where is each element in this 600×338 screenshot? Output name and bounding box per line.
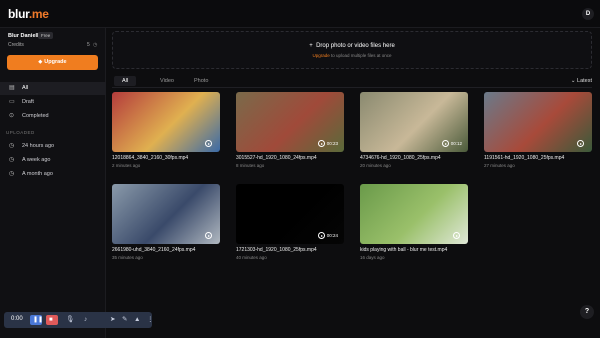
top-bar: blur.me D [0, 0, 600, 28]
dropzone-title: + Drop photo or video files here [113, 43, 591, 49]
chevron-down-icon: ⌄ [570, 78, 576, 84]
sidebar-item-label: 24 hours ago [22, 143, 55, 149]
video-duration [453, 232, 462, 239]
logo-main: blur [8, 7, 29, 21]
play-icon[interactable] [205, 232, 212, 239]
pause-icon: ❚❚ [33, 317, 44, 323]
tabs-divider [112, 87, 592, 88]
video-title: 12018864_3840_2160_30fps.mp4 [112, 155, 189, 161]
user-name: Blur Danielle [8, 33, 42, 39]
video-title: 1191561-hd_1920_1080_25fps.mp4 [484, 155, 565, 161]
sort-dropdown[interactable]: ⌄ Latest [571, 76, 592, 86]
play-icon[interactable] [577, 140, 584, 147]
sidebar-item-label: Draft [22, 99, 34, 105]
video-upload-time: 8 minutes ago [236, 163, 265, 168]
credits-label: Credits [8, 42, 24, 48]
sidebar-item-draft[interactable]: ▭ Draft [0, 96, 106, 109]
tab-all[interactable]: All [114, 76, 137, 86]
video-title: 2661980-uhd_3840_2160_24fps.mp4 [112, 247, 196, 253]
video-upload-time: 16 days ago [360, 255, 385, 260]
video-thumbnail[interactable] [112, 184, 220, 244]
sidebar-item-month[interactable]: ◷ A month ago [0, 168, 106, 181]
drag-handle-icon[interactable]: ⋮ [147, 315, 154, 325]
duration-text: 00:23 [326, 141, 338, 146]
video-title: 3015527-hd_1920_1080_24fps.mp4 [236, 155, 317, 161]
video-title: 4734676-hd_1920_1080_25fps.mp4 [360, 155, 441, 161]
video-thumbnail[interactable] [360, 184, 468, 244]
sidebar-item-completed[interactable]: ⊙ Completed [0, 110, 106, 123]
credits-icon: ◷ [93, 42, 98, 48]
stop-button[interactable]: ■ [46, 315, 58, 325]
credits-value: 5 [87, 42, 90, 48]
clock-icon: ◷ [9, 143, 15, 149]
sort-label: Latest [577, 78, 592, 84]
logo-dot: .me [28, 7, 49, 21]
sidebar-item-week[interactable]: ◷ A week ago [0, 154, 106, 167]
tab-video[interactable]: Video [152, 76, 182, 86]
sidebar-item-label: A week ago [22, 157, 51, 163]
video-duration [205, 140, 214, 147]
plan-badge: Free [38, 32, 54, 39]
video-thumbnail[interactable]: 00:12 [360, 92, 468, 152]
recorder-toolbar: 0:00 ❚❚ ■ 🎙 ♪ ➤ ✎ ▲ ⋮ [4, 312, 154, 328]
user-avatar[interactable]: D [582, 8, 594, 20]
dropzone-subtitle: Upgrade to upload multiple files at once [113, 53, 591, 58]
cursor-icon[interactable]: ➤ [110, 315, 115, 325]
duration-text: 00:12 [450, 141, 462, 146]
video-duration [577, 140, 586, 147]
clock-icon: ◷ [9, 157, 15, 163]
video-upload-time: 20 minutes ago [360, 163, 391, 168]
play-icon[interactable] [453, 232, 460, 239]
stop-icon: ■ [49, 317, 53, 323]
upgrade-link[interactable]: Upgrade [312, 53, 329, 58]
app-logo[interactable]: blur.me [8, 7, 49, 21]
duration-text: 00:24 [326, 233, 338, 238]
upload-dropzone[interactable]: + Drop photo or video files here Upgrade… [112, 31, 592, 69]
mic-icon[interactable]: 🎙 [66, 315, 74, 325]
play-icon[interactable] [317, 232, 325, 239]
audio-icon[interactable]: ♪ [84, 315, 87, 325]
video-upload-time: 40 minutes ago [236, 255, 267, 260]
sidebar-item-all[interactable]: ▤ All [0, 82, 106, 95]
sidebar-item-label: Completed [22, 113, 49, 119]
play-icon[interactable] [205, 140, 212, 147]
video-upload-time: 35 minutes ago [112, 255, 143, 260]
highlighter-icon[interactable]: ▲ [134, 315, 140, 325]
video-title: 1721303-hd_1920_1080_25fps.mp4 [236, 247, 317, 253]
play-icon[interactable] [441, 140, 449, 147]
play-icon[interactable] [317, 140, 325, 147]
uploaded-section-label: UPLOADED [6, 130, 35, 135]
upgrade-button[interactable]: ◆ Upgrade [7, 55, 98, 70]
tab-photo[interactable]: Photo [186, 76, 216, 86]
clock-icon: ◷ [9, 171, 15, 177]
recorder-time: 0:00 [11, 316, 23, 322]
video-title: kids playing with ball - blur me test.mp… [360, 247, 448, 253]
video-duration: 00:24 [317, 232, 338, 239]
video-duration: 00:12 [441, 140, 462, 147]
video-upload-time: 27 minutes ago [484, 163, 515, 168]
pause-button[interactable]: ❚❚ [30, 315, 44, 325]
draft-icon: ▭ [9, 99, 15, 105]
video-thumbnail[interactable] [484, 92, 592, 152]
sidebar-item-label: All [22, 85, 29, 91]
video-thumbnail[interactable]: 00:23 [236, 92, 344, 152]
dropzone-subtitle-text: to upload multiple files at once [329, 53, 392, 58]
diamond-icon: ◆ [38, 59, 43, 65]
stack-icon: ▤ [9, 85, 15, 91]
help-button[interactable]: ? [580, 305, 594, 319]
video-thumbnail[interactable] [112, 92, 220, 152]
plus-icon: + [309, 43, 313, 49]
pen-icon[interactable]: ✎ [122, 315, 127, 325]
video-duration: 00:23 [317, 140, 338, 147]
check-circle-icon: ⊙ [9, 113, 15, 119]
video-duration [205, 232, 214, 239]
dropzone-title-text: Drop photo or video files here [316, 43, 395, 49]
sidebar-item-label: A month ago [22, 171, 53, 177]
video-thumbnail[interactable]: 00:24 [236, 184, 344, 244]
sidebar: Blur Danielle Free Credits 5 ◷ ◆ Upgrade … [0, 28, 106, 338]
upgrade-label: Upgrade [44, 59, 67, 65]
video-upload-time: 2 minutes ago [112, 163, 141, 168]
sidebar-item-24-hours[interactable]: ◷ 24 hours ago [0, 140, 106, 153]
